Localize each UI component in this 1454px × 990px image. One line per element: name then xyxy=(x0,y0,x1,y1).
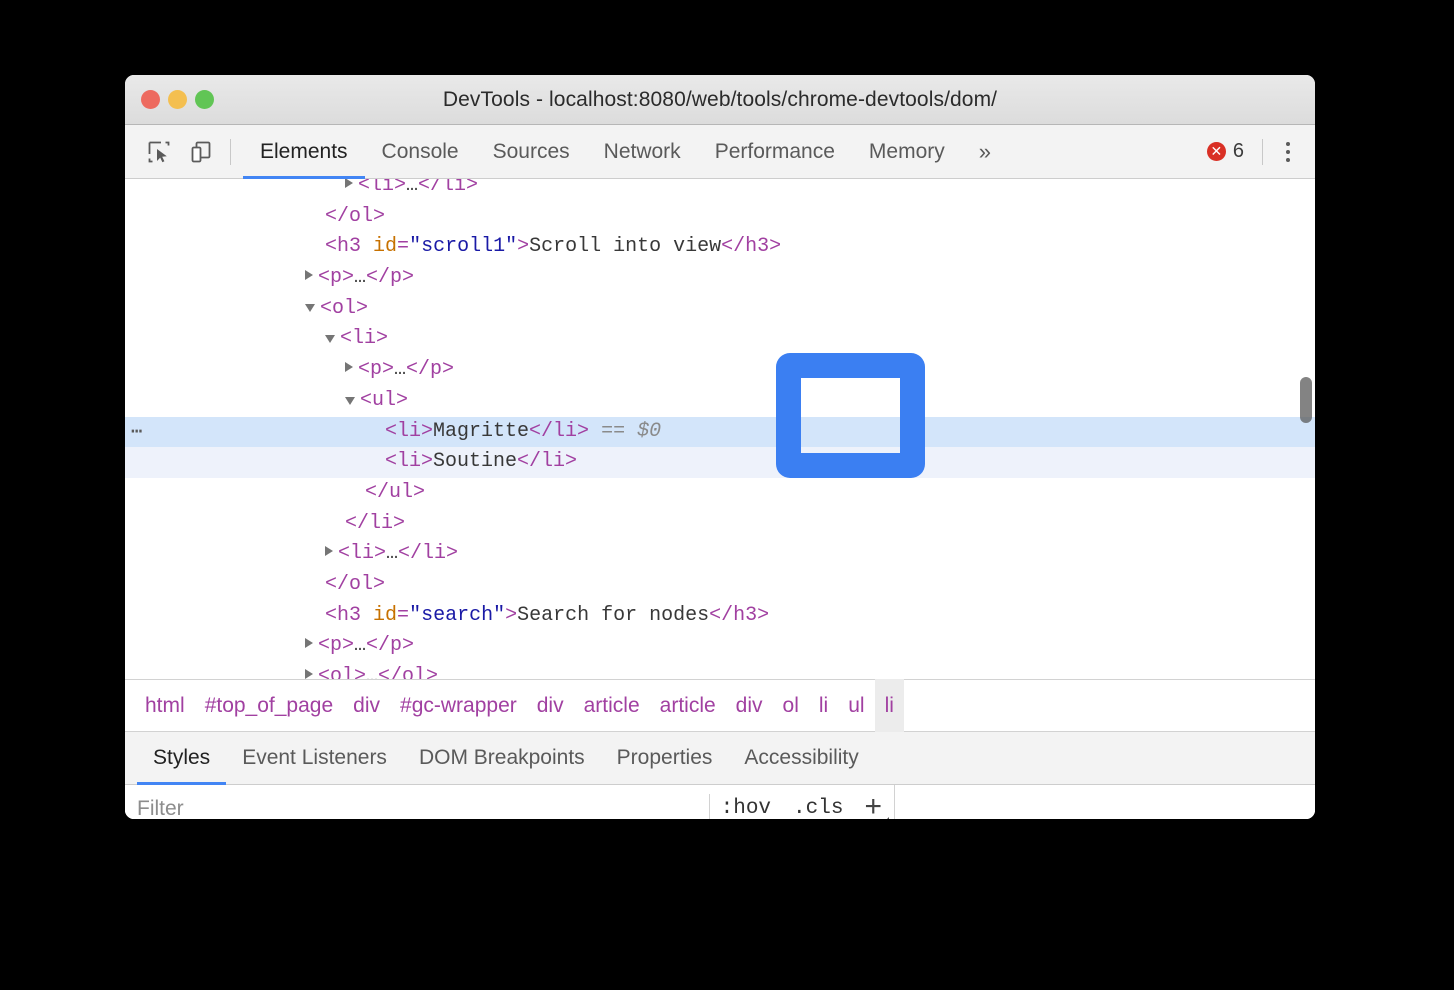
breadcrumb-item-article[interactable]: article xyxy=(650,679,726,732)
tab-performance-label: Performance xyxy=(715,140,835,164)
breadcrumb-item-div[interactable]: div xyxy=(726,679,773,732)
error-count-badge[interactable]: ✕ 6 xyxy=(1197,140,1254,163)
breadcrumb-item-div[interactable]: div xyxy=(527,679,574,732)
toolbar-right-divider xyxy=(1262,139,1263,165)
dom-tree-pane[interactable]: <li>…</li></ol><h3 id="scroll1">Scroll i… xyxy=(125,179,1315,679)
dom-tree-row[interactable]: <li>…</li> xyxy=(125,179,1315,202)
computed-box-model-area xyxy=(895,785,1315,819)
dom-tree-row[interactable]: </li> xyxy=(125,509,1315,540)
tab-console[interactable]: Console xyxy=(365,125,476,179)
new-style-rule-button[interactable]: + xyxy=(854,792,894,820)
breadcrumb-item-div[interactable]: div xyxy=(343,679,390,732)
sidebar-tab-event-listeners[interactable]: Event Listeners xyxy=(226,732,403,785)
breadcrumb: html#top_of_pagediv#gc-wrapperdivarticle… xyxy=(125,679,1315,732)
dom-tree-row[interactable]: <li>Soutine</li> xyxy=(125,447,1315,478)
dom-tree-row[interactable]: <ol>…</ol> xyxy=(125,662,1315,679)
dom-tree-row[interactable]: ⋯<li>Magritte</li> == $0 xyxy=(125,417,1315,448)
error-circle-icon: ✕ xyxy=(1207,142,1226,161)
sidebar-tab-properties[interactable]: Properties xyxy=(601,732,729,785)
collapse-arrow-icon[interactable] xyxy=(325,335,335,343)
zoom-window-button[interactable] xyxy=(195,90,214,109)
tab-sources-label: Sources xyxy=(493,140,570,164)
expand-arrow-icon[interactable] xyxy=(305,669,313,679)
device-toolbar-icon xyxy=(188,139,214,165)
dom-tree-row[interactable]: </ul> xyxy=(125,478,1315,509)
window-title: DevTools - localhost:8080/web/tools/chro… xyxy=(125,88,1315,112)
styles-filter-bar: :hov .cls + xyxy=(125,785,895,819)
toggle-element-state-button[interactable]: :hov xyxy=(710,797,782,819)
devtools-window: DevTools - localhost:8080/web/tools/chro… xyxy=(125,75,1315,819)
toolbar-right-group: ✕ 6 xyxy=(1197,125,1315,179)
breadcrumb-item-ol[interactable]: ol xyxy=(773,679,809,732)
dom-tree-row[interactable]: </ol> xyxy=(125,570,1315,601)
device-toolbar-button[interactable] xyxy=(180,131,222,173)
devtools-toolbar: Elements Console Sources Network Perform… xyxy=(125,125,1315,179)
dom-tree-row[interactable]: <ul> xyxy=(125,386,1315,417)
expand-ellipsis-button[interactable]: ⋯ xyxy=(131,417,144,448)
dom-tree-row[interactable]: <h3 id="search">Search for nodes</h3> xyxy=(125,601,1315,632)
dom-tree-row[interactable]: <h3 id="scroll1">Scroll into view</h3> xyxy=(125,232,1315,263)
tab-memory-label: Memory xyxy=(869,140,945,164)
rectangle-highlight-annotation xyxy=(776,353,925,478)
collapse-arrow-icon[interactable] xyxy=(345,397,355,405)
inspect-element-icon xyxy=(146,139,172,165)
expand-arrow-icon[interactable] xyxy=(305,638,313,648)
minimize-window-button[interactable] xyxy=(168,90,187,109)
vertical-scrollbar-thumb[interactable] xyxy=(1300,377,1312,423)
styles-filter-input[interactable] xyxy=(125,796,709,820)
breadcrumb-item-html[interactable]: html xyxy=(135,679,195,732)
dom-tree-row[interactable]: <li> xyxy=(125,324,1315,355)
sidebar-tab-accessibility[interactable]: Accessibility xyxy=(728,732,874,785)
breadcrumb-item-article[interactable]: article xyxy=(574,679,650,732)
breadcrumb-item-li[interactable]: li xyxy=(875,679,904,732)
kebab-menu-icon[interactable] xyxy=(1269,131,1307,173)
error-count-label: 6 xyxy=(1233,140,1244,163)
element-classes-button[interactable]: .cls xyxy=(782,797,854,819)
dom-tree-row[interactable]: <p>…</p> xyxy=(125,263,1315,294)
expand-arrow-icon[interactable] xyxy=(325,546,333,556)
window-titlebar: DevTools - localhost:8080/web/tools/chro… xyxy=(125,75,1315,125)
tab-network-label: Network xyxy=(604,140,681,164)
toolbar-divider xyxy=(230,139,231,165)
expand-arrow-icon[interactable] xyxy=(345,362,353,372)
devtools-panel-tabs: Elements Console Sources Network Perform… xyxy=(243,125,1008,179)
sidebar-tab-styles[interactable]: Styles xyxy=(137,732,226,785)
breadcrumb-item-li[interactable]: li xyxy=(809,679,838,732)
more-tabs-button[interactable]: » xyxy=(962,125,1008,179)
breadcrumb-item-gc-wrapper[interactable]: #gc-wrapper xyxy=(390,679,527,732)
dom-tree-rows: <li>…</li></ol><h3 id="scroll1">Scroll i… xyxy=(125,179,1315,679)
tab-memory[interactable]: Memory xyxy=(852,125,962,179)
sidebar-tabs: StylesEvent ListenersDOM BreakpointsProp… xyxy=(125,732,1315,785)
sidebar-tab-dom-breakpoints[interactable]: DOM Breakpoints xyxy=(403,732,601,785)
styles-pane: :hov .cls + xyxy=(125,785,1315,819)
inspect-element-button[interactable] xyxy=(138,131,180,173)
tab-sources[interactable]: Sources xyxy=(476,125,587,179)
tab-elements[interactable]: Elements xyxy=(243,125,365,179)
tab-elements-label: Elements xyxy=(260,140,348,164)
expand-arrow-icon[interactable] xyxy=(305,270,313,280)
breadcrumb-item-ul[interactable]: ul xyxy=(838,679,874,732)
dom-tree-row[interactable]: </ol> xyxy=(125,202,1315,233)
screenshot-stage: DevTools - localhost:8080/web/tools/chro… xyxy=(0,0,1454,990)
dom-tree-row[interactable]: <p>…</p> xyxy=(125,631,1315,662)
breadcrumb-item-topofpage[interactable]: #top_of_page xyxy=(195,679,343,732)
expand-arrow-icon[interactable] xyxy=(345,179,353,188)
tab-performance[interactable]: Performance xyxy=(698,125,852,179)
collapse-arrow-icon[interactable] xyxy=(305,304,315,312)
dom-tree-row[interactable]: <li>…</li> xyxy=(125,539,1315,570)
tab-network[interactable]: Network xyxy=(587,125,698,179)
tab-console-label: Console xyxy=(382,140,459,164)
dom-tree-row[interactable]: <p>…</p> xyxy=(125,355,1315,386)
dom-tree-row[interactable]: <ol> xyxy=(125,294,1315,325)
traffic-light-buttons xyxy=(141,75,214,124)
close-window-button[interactable] xyxy=(141,90,160,109)
